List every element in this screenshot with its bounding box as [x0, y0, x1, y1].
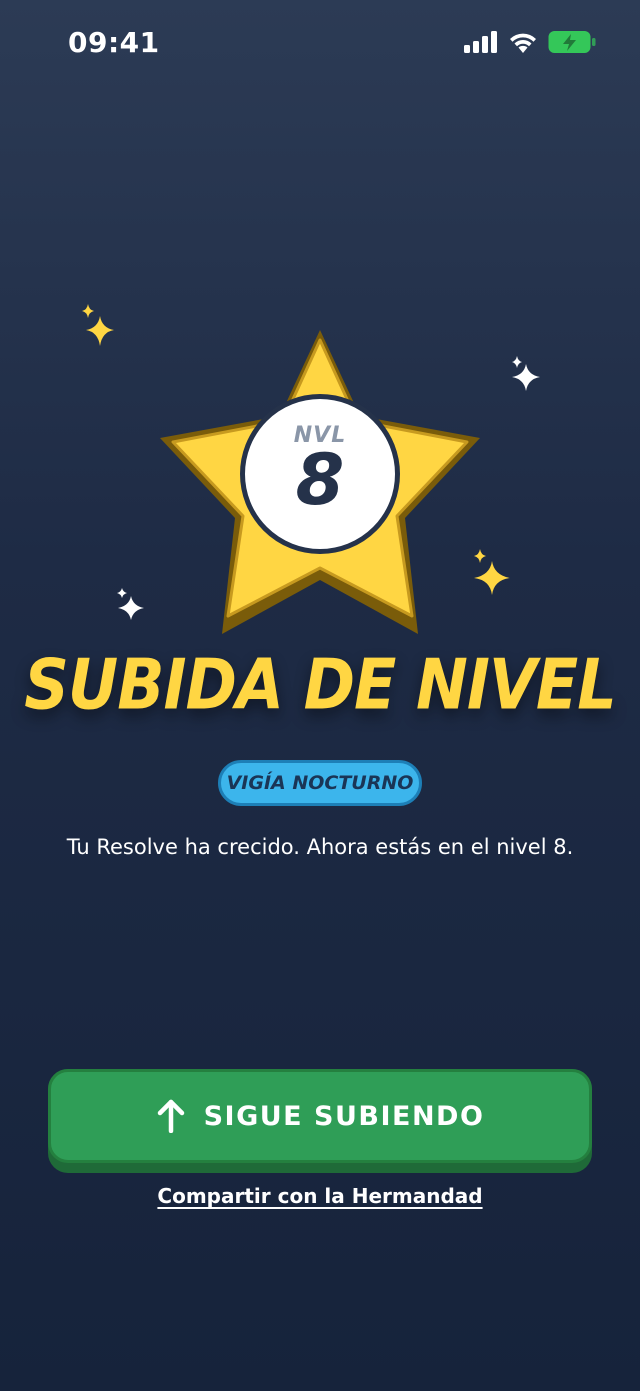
keep-climbing-button[interactable]: SIGUE SUBIENDO — [48, 1069, 592, 1173]
keep-climbing-label: SIGUE SUBIENDO — [203, 1100, 485, 1132]
sparkle-icon — [117, 588, 144, 620]
level-up-headline: SUBIDA DE NIVEL — [24, 643, 617, 726]
level-up-message: Tu Resolve ha crecido. Ahora estás en el… — [66, 835, 574, 859]
battery-charging-icon — [548, 31, 596, 53]
wifi-icon — [510, 33, 536, 53]
level-number: 8 — [295, 439, 345, 521]
share-with-brotherhood-link[interactable]: Compartir con la Hermandad — [0, 1184, 640, 1208]
keep-climbing-button-face[interactable]: SIGUE SUBIENDO — [48, 1069, 592, 1163]
sparkle-icon — [512, 356, 540, 391]
status-bar: 09:41 — [0, 0, 640, 88]
arrow-up-icon — [157, 1099, 184, 1133]
status-time: 09:41 — [68, 26, 160, 59]
rank-title-badge: VIGÍA NOCTURNO — [218, 760, 422, 806]
sparkle-icon — [82, 304, 114, 346]
status-icons — [464, 30, 596, 54]
level-badge: NVL 8 — [240, 394, 400, 554]
signal-icon — [464, 31, 497, 53]
